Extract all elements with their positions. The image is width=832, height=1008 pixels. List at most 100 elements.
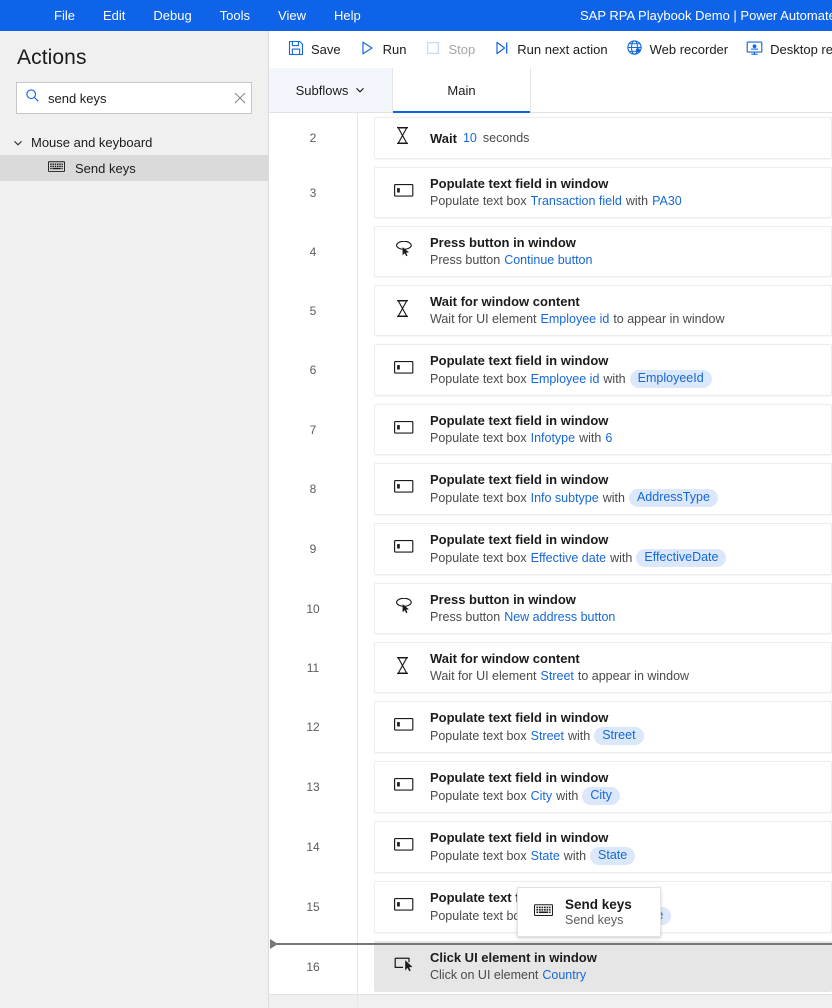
hourglass-icon [394,656,411,680]
action-parameter-link[interactable]: Transaction field [531,193,622,210]
action-parameter-link[interactable]: Street [541,668,574,685]
globe-icon [626,39,643,59]
variable-chip[interactable]: EmployeeId [630,370,712,388]
action-card[interactable]: Populate text field in windowPopulate te… [374,167,832,218]
action-parameter-link[interactable]: City [531,788,553,805]
click-ui-element-icon [394,956,415,977]
action-parameter-link[interactable]: Employee id [541,311,610,328]
action-card[interactable]: Populate text field in windowPopulate te… [374,463,832,515]
tab-subflows[interactable]: Subflows [269,68,393,112]
search-input[interactable] [48,91,224,106]
action-row[interactable]: 10Press button in windowPress buttonNew … [269,579,832,638]
action-row-number: 3 [269,163,357,222]
action-card[interactable]: Populate text field in windowPopulate te… [374,344,832,396]
action-card[interactable]: Populate text field in windowPopulate te… [374,701,832,753]
run-next-action-button[interactable]: Run next action [484,36,616,63]
action-parameter-link[interactable]: Effective date [531,550,607,567]
action-row[interactable]: 11 Wait for window contentWait for UI ele… [269,638,832,697]
action-title: Wait for window content [430,293,725,310]
action-row[interactable]: 12Populate text field in windowPopulate … [269,697,832,757]
action-title: Populate text field in window [430,709,644,726]
keyboard-icon [534,903,553,922]
action-text: Populate text field in windowPopulate te… [430,709,644,745]
flow-tabs: Subflows Main [269,68,832,113]
action-icon-wrap [394,419,420,441]
action-row[interactable]: 14Populate text field in windowPopulate … [269,817,832,877]
action-card[interactable]: Populate text field in windowPopulate te… [374,404,832,455]
action-card[interactable]: Populate text field in windowPopulate te… [374,821,832,873]
run-button[interactable]: Run [350,36,416,63]
flow-action-list[interactable]: 2Wait10seconds3 Populate text field in wi… [269,113,832,1008]
action-row[interactable]: 5 Wait for window contentWait for UI elem… [269,281,832,340]
action-icon-wrap [394,657,420,679]
variable-chip[interactable]: Street [594,727,643,745]
tree-group-mouse-and-keyboard[interactable]: Mouse and keyboard [0,130,268,155]
action-row-number: 5 [269,281,357,340]
action-card[interactable]: Press button in windowPress buttonNew ad… [374,583,832,634]
action-parameter-link[interactable]: 6 [605,430,612,447]
action-title: Populate text field in window [430,471,718,488]
textbox-icon [394,420,414,440]
action-row[interactable]: 7Populate text field in windowPopulate t… [269,400,832,459]
action-text: Populate text field in windowPopulate te… [430,352,712,388]
close-icon[interactable] [232,90,248,106]
desktop-recorder-button[interactable]: Desktop recorder [737,36,832,63]
variable-chip[interactable]: City [582,787,620,805]
action-card[interactable]: Wait for window contentWait for UI eleme… [374,285,832,336]
action-row[interactable]: 3 Populate text field in windowPopulate t… [269,163,832,222]
action-parameter-link[interactable]: State [531,848,560,865]
action-row[interactable]: 6Populate text field in windowPopulate t… [269,340,832,400]
action-card[interactable]: Click UI element in windowClick on UI el… [374,941,832,992]
variable-chip[interactable]: AddressType [629,489,718,507]
play-icon [359,40,375,59]
action-card[interactable]: Wait for window contentWait for UI eleme… [374,642,832,693]
menu-item-help[interactable]: Help [320,4,375,28]
action-parameter-link[interactable]: Country [542,967,586,984]
variable-chip[interactable]: EffectiveDate [636,549,726,567]
action-row-number: 11 [269,638,357,697]
action-subtitle-text: Click on UI element [430,967,538,984]
action-card[interactable]: Press button in windowPress buttonContin… [374,226,832,277]
action-subtitle-text: Populate text box [430,908,527,925]
menu-item-edit[interactable]: Edit [89,4,139,28]
action-row[interactable]: 4Press button in windowPress buttonConti… [269,222,832,281]
tab-main-label: Main [447,83,475,98]
action-parameter-link[interactable]: Infotype [531,430,575,447]
toolbar-button-label: Stop [449,42,476,57]
actions-search-box[interactable] [16,82,252,114]
action-row[interactable]: 2Wait10seconds [269,113,832,163]
action-card[interactable]: Populate text field in windowPopulate te… [374,523,832,575]
sidebar-item-label: Send keys [75,161,136,176]
action-parameter-link[interactable]: Continue button [504,252,592,269]
action-parameter-link[interactable]: New address button [504,609,615,626]
menu-item-view[interactable]: View [264,4,320,28]
web-recorder-button[interactable]: Web recorder [617,36,738,63]
variable-chip[interactable]: State [590,847,635,865]
toolbar-button-label: Run next action [517,42,607,57]
menu-item-debug[interactable]: Debug [139,4,205,28]
textbox-icon [394,717,414,737]
action-subtitle-text: Populate text box [430,848,527,865]
search-container [0,70,268,114]
action-row[interactable]: 13Populate text field in windowPopulate … [269,757,832,817]
action-card[interactable]: Wait10seconds [374,117,832,159]
sidebar-item-send-keys[interactable]: Send keys [0,155,268,181]
action-parameter-link[interactable]: Info subtype [531,490,599,507]
action-parameter-link[interactable]: Street [531,728,564,745]
action-card[interactable]: Populate text field in windowPopulate te… [374,761,832,813]
action-title: Wait for window content [430,650,689,667]
action-subtitle-text: Press button [430,609,500,626]
action-row[interactable]: 8Populate text field in windowPopulate t… [269,459,832,519]
tab-main[interactable]: Main [393,68,531,112]
flow-toolbar: SaveRun Stop Run next action Web recorderDe… [269,31,832,68]
menu-item-tools[interactable]: Tools [206,4,264,28]
action-row[interactable]: 9Populate text field in windowPopulate t… [269,519,832,579]
action-parameter-link[interactable]: PA30 [652,193,682,210]
menu-item-file[interactable]: File [40,4,89,28]
action-parameter-link[interactable]: Employee id [531,371,600,388]
action-row[interactable]: 16Click UI element in windowClick on UI … [269,937,832,996]
action-subtitle: Press buttonContinue button [430,252,592,269]
action-subtitle-text: to appear in window [613,311,724,328]
save-button[interactable]: Save [278,36,350,63]
action-subtitle: Populate text boxStatewithState [430,847,635,865]
